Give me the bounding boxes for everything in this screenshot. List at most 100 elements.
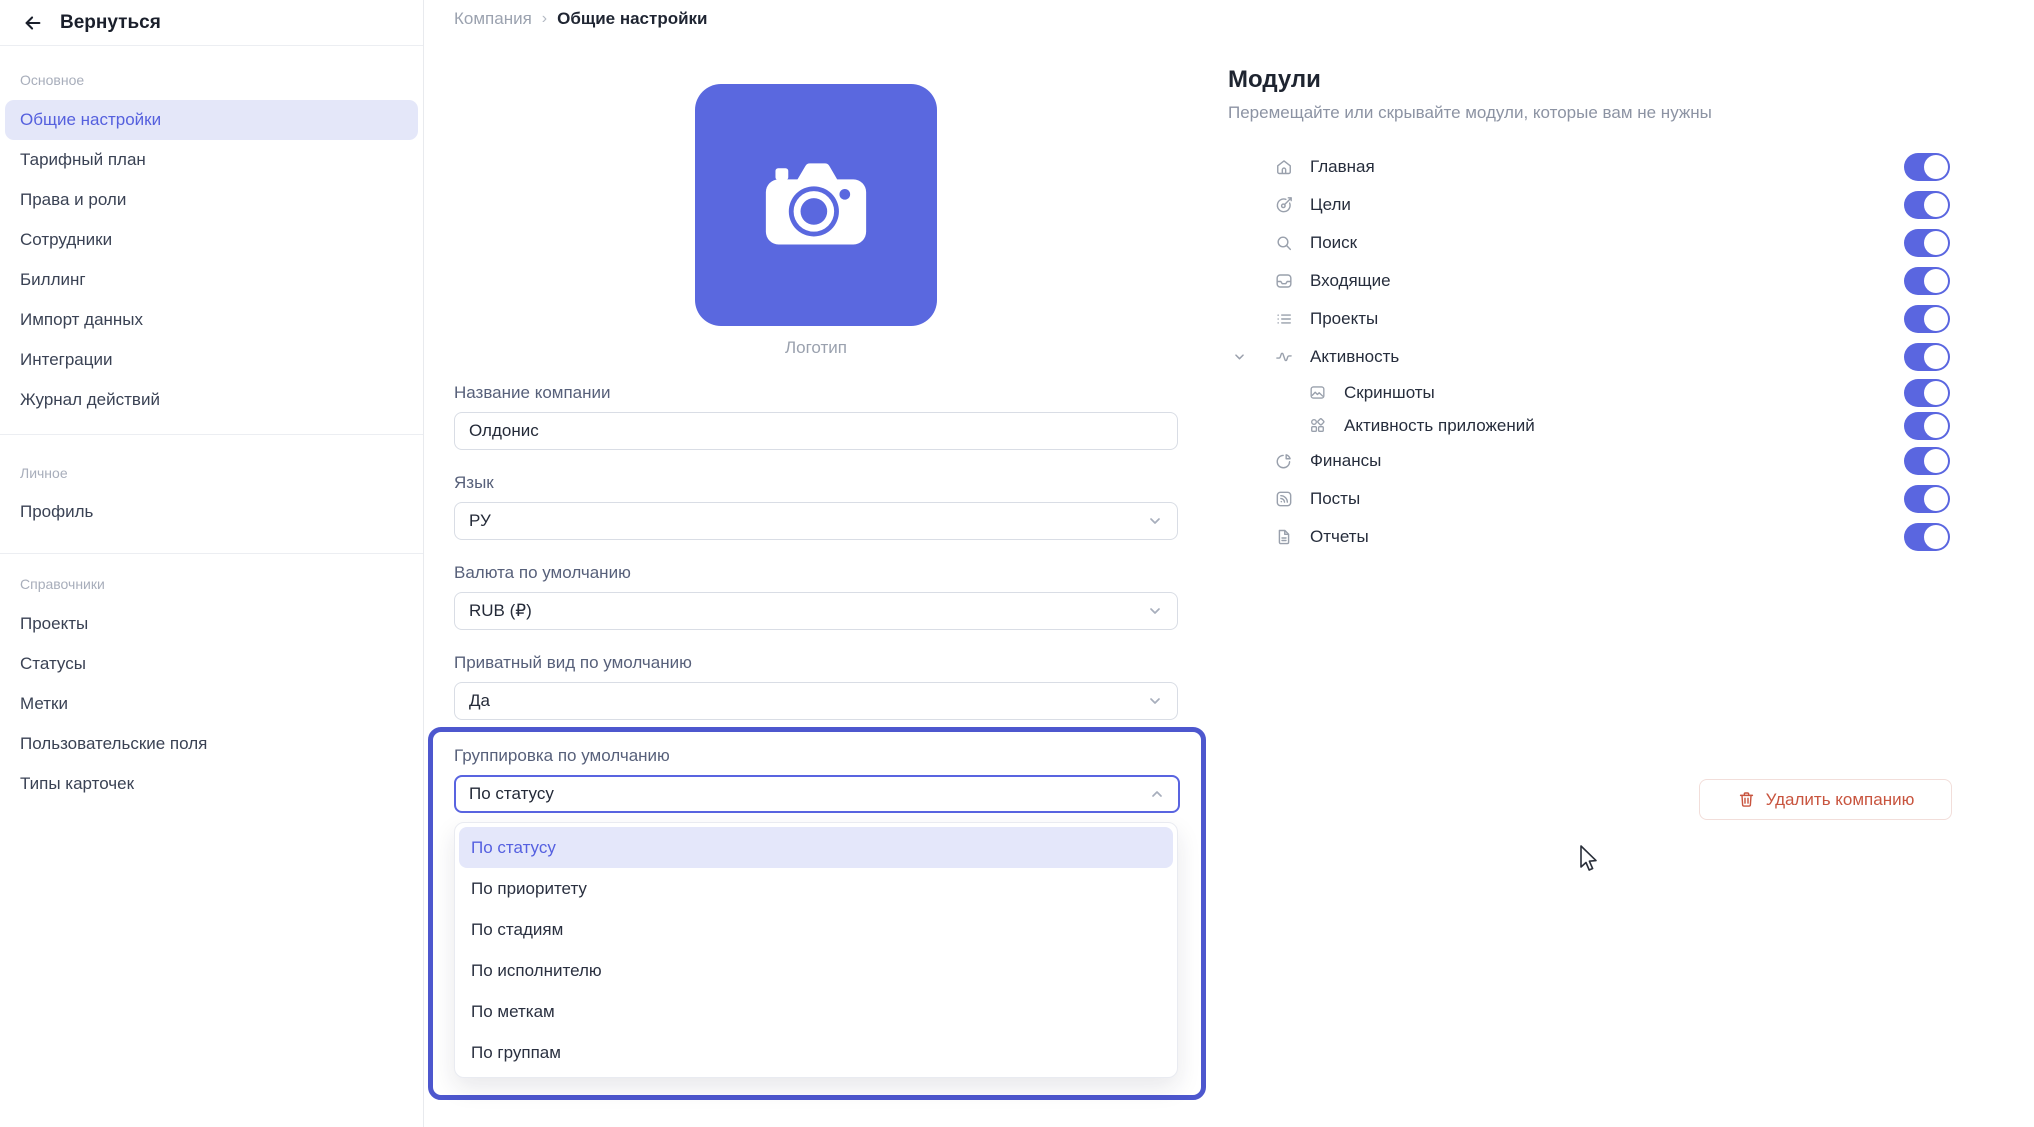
- language-select[interactable]: РУ: [454, 502, 1178, 540]
- arrow-left-icon: [22, 12, 44, 34]
- module-label: Отчеты: [1310, 527, 1369, 546]
- module-toggle-app-activity[interactable]: [1904, 411, 1950, 440]
- private-view-value: Да: [469, 691, 490, 710]
- company-logo-upload[interactable]: [695, 84, 937, 326]
- module-label: Финансы: [1310, 451, 1382, 470]
- module-row-home: Главная: [1228, 148, 1950, 186]
- sidebar-item-profile[interactable]: Профиль: [5, 492, 418, 532]
- module-label: Цели: [1310, 195, 1351, 214]
- language-label: Язык: [454, 473, 494, 492]
- currency-select[interactable]: RUB (₽): [454, 592, 1178, 630]
- module-label: Скриншоты: [1344, 382, 1435, 402]
- sidebar-item-card-types[interactable]: Типы карточек: [5, 764, 418, 804]
- dropdown-option-by-tags[interactable]: По меткам: [459, 991, 1173, 1032]
- module-row-app-activity: Активность приложений: [1228, 409, 1950, 442]
- dropdown-option-by-priority[interactable]: По приоритету: [459, 868, 1173, 909]
- rss-icon: [1274, 489, 1294, 509]
- dropdown-option-by-status[interactable]: По статусу: [459, 827, 1173, 868]
- camera-icon: [752, 141, 880, 269]
- module-row-finance: Финансы: [1228, 442, 1950, 480]
- chevron-up-icon: [1149, 786, 1165, 802]
- company-settings-page: { "sidebar": { "back_label": "Вернуться"…: [0, 0, 2034, 1127]
- module-row-goals: Цели: [1228, 186, 1950, 224]
- company-name-label: Название компании: [454, 383, 611, 402]
- modules-title: Модули: [1228, 66, 1321, 93]
- grouping-dropdown-menu: По статусу По приоритету По стадиям По и…: [454, 822, 1178, 1078]
- module-toggle-activity[interactable]: [1904, 343, 1950, 371]
- language-value: РУ: [469, 511, 491, 530]
- target-icon: [1274, 195, 1294, 215]
- sidebar-item-statuses[interactable]: Статусы: [5, 644, 418, 684]
- grouping-value: По статусу: [469, 784, 554, 803]
- sidebar-item-general-settings[interactable]: Общие настройки: [5, 100, 418, 140]
- sidebar-section-main: Основное Общие настройки Тарифный план П…: [0, 46, 423, 435]
- inbox-icon: [1274, 271, 1294, 291]
- breadcrumb-current: Общие настройки: [557, 9, 708, 28]
- module-label: Поиск: [1310, 233, 1358, 252]
- breadcrumb: Компания › Общие настройки: [454, 9, 708, 29]
- module-toggle-posts[interactable]: [1904, 485, 1950, 513]
- module-row-search: Поиск: [1228, 224, 1950, 262]
- screenshot-icon: [1308, 383, 1328, 402]
- module-toggle-screenshots[interactable]: [1904, 378, 1950, 407]
- home-icon: [1274, 157, 1294, 177]
- sidebar-item-data-import[interactable]: Импорт данных: [5, 300, 418, 340]
- module-row-projects: Проекты: [1228, 300, 1950, 338]
- breadcrumb-separator: ›: [541, 10, 548, 27]
- sidebar-item-billing[interactable]: Биллинг: [5, 260, 418, 300]
- chevron-down-icon[interactable]: [1232, 350, 1247, 365]
- grouping-field-focus-outline: Группировка по умолчанию По статусу По с…: [428, 727, 1206, 1100]
- module-row-screenshots: Скриншоты: [1228, 376, 1950, 409]
- module-row-inbox: Входящие: [1228, 262, 1950, 300]
- sidebar-item-tags[interactable]: Метки: [5, 684, 418, 724]
- dropdown-option-by-groups[interactable]: По группам: [459, 1032, 1173, 1073]
- section-label: Личное: [20, 465, 68, 481]
- module-row-reports: Отчеты: [1228, 518, 1950, 556]
- module-label: Активность: [1310, 347, 1400, 366]
- sidebar-item-tariff-plan[interactable]: Тарифный план: [5, 140, 418, 180]
- chevron-down-icon: [1147, 603, 1163, 619]
- module-list: Главная Цели Поиск Входящие Проекты Акти…: [1228, 148, 1950, 556]
- module-toggle-projects[interactable]: [1904, 305, 1950, 333]
- module-row-posts: Посты: [1228, 480, 1950, 518]
- activity-icon: [1274, 347, 1294, 367]
- chevron-down-icon: [1147, 513, 1163, 529]
- pie-chart-icon: [1274, 451, 1294, 471]
- mouse-cursor: [1578, 845, 1604, 875]
- delete-company-button[interactable]: Удалить компанию: [1699, 779, 1952, 820]
- module-toggle-search[interactable]: [1904, 229, 1950, 257]
- logo-caption: Логотип: [784, 338, 847, 357]
- module-row-activity: Активность: [1228, 338, 1950, 376]
- report-icon: [1274, 527, 1294, 547]
- grouping-label: Группировка по умолчанию: [454, 746, 670, 765]
- search-icon: [1274, 233, 1294, 253]
- module-toggle-home[interactable]: [1904, 153, 1950, 181]
- dropdown-option-by-assignee[interactable]: По исполнителю: [459, 950, 1173, 991]
- list-icon: [1274, 309, 1294, 329]
- sidebar-item-rights-roles[interactable]: Права и роли: [5, 180, 418, 220]
- chevron-down-icon: [1147, 693, 1163, 709]
- company-name-input[interactable]: [454, 412, 1178, 450]
- module-toggle-reports[interactable]: [1904, 523, 1950, 551]
- sidebar-item-custom-fields[interactable]: Пользовательские поля: [5, 724, 418, 764]
- currency-value: RUB (₽): [469, 601, 532, 620]
- breadcrumb-company[interactable]: Компания: [454, 9, 532, 29]
- module-toggle-finance[interactable]: [1904, 447, 1950, 475]
- sidebar-item-action-log[interactable]: Журнал действий: [5, 380, 418, 420]
- grouping-select[interactable]: По статусу: [454, 775, 1180, 813]
- module-label: Главная: [1310, 157, 1375, 176]
- module-toggle-goals[interactable]: [1904, 191, 1950, 219]
- sidebar-item-integrations[interactable]: Интеграции: [5, 340, 418, 380]
- sidebar-item-projects[interactable]: Проекты: [5, 604, 418, 644]
- modules-subtitle: Перемещайте или скрывайте модули, которы…: [1228, 103, 1712, 122]
- module-toggle-inbox[interactable]: [1904, 267, 1950, 295]
- module-label: Проекты: [1310, 309, 1379, 328]
- dropdown-option-by-stage[interactable]: По стадиям: [459, 909, 1173, 950]
- back-button[interactable]: Вернуться: [0, 0, 423, 46]
- module-label: Посты: [1310, 489, 1361, 508]
- private-view-select[interactable]: Да: [454, 682, 1178, 720]
- section-label: Справочники: [20, 576, 105, 592]
- module-label: Активность приложений: [1344, 415, 1535, 435]
- sidebar-section-personal: Личное Профиль: [0, 435, 423, 554]
- sidebar-item-employees[interactable]: Сотрудники: [5, 220, 418, 260]
